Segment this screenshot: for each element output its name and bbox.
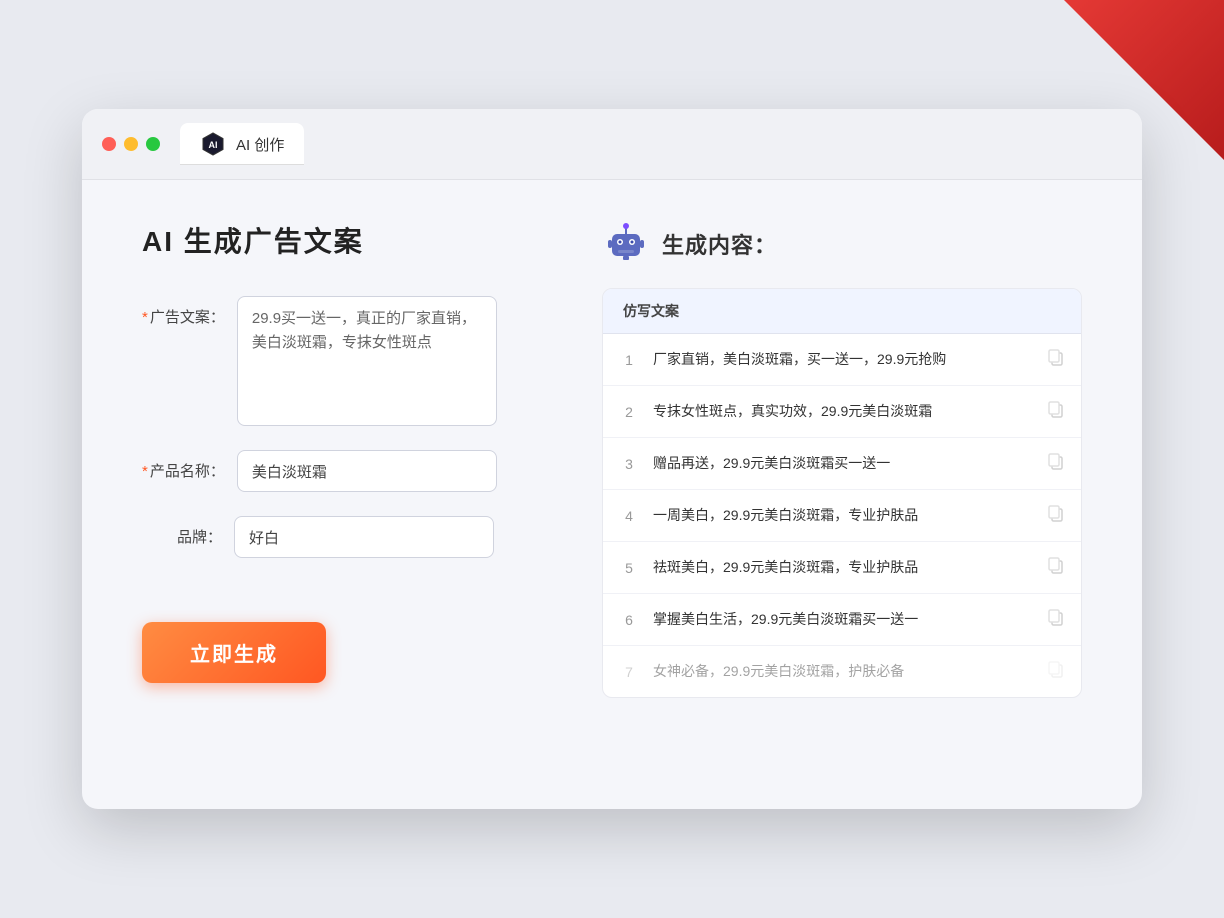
ad-copy-label: *广告文案：	[142, 296, 225, 327]
brand-label: 品牌：	[142, 516, 222, 547]
result-row: 4 一周美白，29.9元美白淡斑霜，专业护肤品	[603, 490, 1081, 542]
product-name-required-star: *	[142, 463, 148, 480]
row-number: 2	[619, 404, 639, 420]
brand-row: 品牌：	[142, 516, 542, 558]
traffic-light-minimize[interactable]	[124, 137, 138, 151]
copy-icon[interactable]	[1047, 504, 1065, 527]
traffic-lights	[102, 137, 160, 151]
product-name-input[interactable]	[237, 450, 497, 492]
browser-tab[interactable]: AI AI 创作	[180, 123, 304, 165]
row-number: 5	[619, 560, 639, 576]
result-header: 生成内容：	[602, 220, 1082, 268]
ad-copy-row: *广告文案： 29.9买一送一，真正的厂家直销，美白淡斑霜，专抹女性斑点	[142, 296, 542, 426]
result-row: 6 掌握美白生活，29.9元美白淡斑霜买一送一	[603, 594, 1081, 646]
traffic-light-maximize[interactable]	[146, 137, 160, 151]
table-header: 仿写文案	[603, 289, 1081, 334]
result-row: 1 厂家直销，美白淡斑霜，买一送一，29.9元抢购	[603, 334, 1081, 386]
generate-button[interactable]: 立即生成	[142, 622, 326, 683]
result-row: 3 赠品再送，29.9元美白淡斑霜买一送一	[603, 438, 1081, 490]
result-rows: 1 厂家直销，美白淡斑霜，买一送一，29.9元抢购 2 专抹女性斑点，真实功效，29…	[603, 334, 1081, 697]
result-title: 生成内容：	[662, 228, 777, 260]
browser-titlebar: AI AI 创作	[82, 109, 1142, 180]
row-number: 1	[619, 352, 639, 368]
copy-icon[interactable]	[1047, 556, 1065, 579]
browser-content: AI 生成广告文案 *广告文案： 29.9买一送一，真正的厂家直销，美白淡斑霜，…	[82, 180, 1142, 738]
row-text: 一周美白，29.9元美白淡斑霜，专业护肤品	[653, 505, 1033, 526]
result-row: 5 祛斑美白，29.9元美白淡斑霜，专业护肤品	[603, 542, 1081, 594]
copy-icon[interactable]	[1047, 660, 1065, 683]
page-title: AI 生成广告文案	[142, 220, 542, 260]
brand-input[interactable]	[234, 516, 494, 558]
row-text: 掌握美白生活，29.9元美白淡斑霜买一送一	[653, 609, 1033, 630]
svg-text:AI: AI	[209, 140, 218, 150]
result-row: 2 专抹女性斑点，真实功效，29.9元美白淡斑霜	[603, 386, 1081, 438]
copy-icon[interactable]	[1047, 608, 1065, 631]
row-number: 3	[619, 456, 639, 472]
copy-icon[interactable]	[1047, 452, 1065, 475]
row-number: 7	[619, 664, 639, 680]
tab-label: AI 创作	[236, 134, 284, 155]
ai-tab-icon: AI	[200, 131, 226, 157]
traffic-light-close[interactable]	[102, 137, 116, 151]
robot-icon	[602, 220, 650, 268]
product-name-label: *产品名称：	[142, 450, 225, 481]
result-row: 7 女神必备，29.9元美白淡斑霜，护肤必备	[603, 646, 1081, 697]
product-name-row: *产品名称：	[142, 450, 542, 492]
left-panel: AI 生成广告文案 *广告文案： 29.9买一送一，真正的厂家直销，美白淡斑霜，…	[142, 220, 542, 698]
row-text: 赠品再送，29.9元美白淡斑霜买一送一	[653, 453, 1033, 474]
copy-icon[interactable]	[1047, 348, 1065, 371]
row-text: 祛斑美白，29.9元美白淡斑霜，专业护肤品	[653, 557, 1033, 578]
copy-icon[interactable]	[1047, 400, 1065, 423]
right-panel: 生成内容： 仿写文案 1 厂家直销，美白淡斑霜，买一送一，29.9元抢购 2 专抹女…	[602, 220, 1082, 698]
row-text: 女神必备，29.9元美白淡斑霜，护肤必备	[653, 661, 1033, 682]
row-text: 专抹女性斑点，真实功效，29.9元美白淡斑霜	[653, 401, 1033, 422]
row-number: 4	[619, 508, 639, 524]
ad-copy-textarea[interactable]: 29.9买一送一，真正的厂家直销，美白淡斑霜，专抹女性斑点	[237, 296, 497, 426]
browser-window: AI AI 创作 AI 生成广告文案 *广告文案： 29.9买一送一，真正的厂家…	[82, 109, 1142, 809]
result-table: 仿写文案 1 厂家直销，美白淡斑霜，买一送一，29.9元抢购 2 专抹女性斑点，真实…	[602, 288, 1082, 698]
row-text: 厂家直销，美白淡斑霜，买一送一，29.9元抢购	[653, 349, 1033, 370]
ad-copy-required-star: *	[142, 309, 148, 326]
row-number: 6	[619, 612, 639, 628]
